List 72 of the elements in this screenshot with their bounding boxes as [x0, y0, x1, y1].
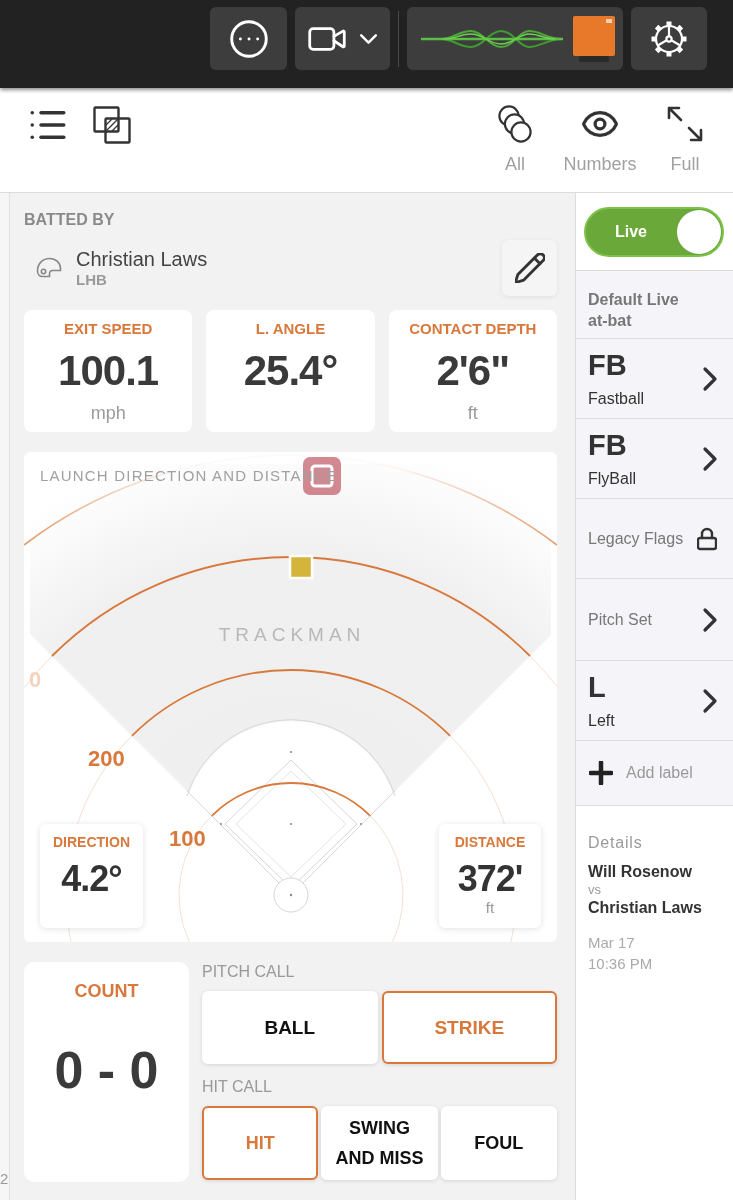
pencil-icon — [514, 253, 545, 283]
time-text: 10:36 PM — [588, 954, 653, 974]
date-text: Mar 17 — [588, 933, 635, 953]
call-button[interactable]: HIT — [202, 1106, 319, 1180]
device-button[interactable] — [407, 7, 623, 70]
direction-value: 4.2° — [61, 859, 122, 899]
more-button[interactable] — [210, 7, 287, 70]
call-button[interactable]: FOUL — [440, 1106, 557, 1180]
more-icon — [229, 19, 268, 58]
distance-value: 372' — [457, 859, 523, 899]
metric-value: 2'6" — [436, 346, 510, 396]
metric-label: L. ANGLE — [255, 319, 326, 339]
locked-item[interactable]: Legacy Flags — [576, 499, 733, 579]
metric-unit: ft — [467, 402, 478, 424]
device-icon — [573, 15, 615, 62]
batted-by-label: BATTED BY — [24, 210, 115, 230]
versus-text: vs — [588, 882, 601, 897]
helmet-icon — [36, 257, 62, 279]
chevron-right-icon — [702, 606, 718, 633]
link-item[interactable]: Pitch Set — [576, 579, 733, 661]
chevron-right-icon — [702, 445, 718, 472]
edit-button[interactable] — [502, 240, 557, 296]
metric-value: 25.4° — [243, 346, 338, 396]
lock-icon — [697, 526, 717, 551]
expand-icon — [667, 106, 703, 142]
settings-icon — [650, 19, 688, 58]
metric-label: EXIT SPEED — [64, 319, 153, 339]
details-heading: Details — [588, 833, 643, 853]
metric-unit: mph — [90, 402, 126, 424]
live-toggle[interactable]: Live — [584, 206, 724, 257]
square-marker-icon — [288, 554, 314, 580]
edge-text: 2 — [0, 1170, 9, 1188]
call-button[interactable]: STRIKE — [381, 991, 557, 1064]
preset-heading: Default Live at-bat — [588, 290, 680, 331]
view-option-button[interactable]: Numbers — [560, 104, 640, 175]
count-label: COUNT — [74, 980, 139, 1002]
metric-value: 100.1 — [58, 346, 159, 396]
tag-item[interactable]: L Left — [576, 661, 733, 741]
distance-label: 200 — [88, 746, 125, 772]
tag-item[interactable]: FB Fastball — [576, 339, 733, 419]
plus-icon — [589, 761, 613, 785]
distance-label: 100 — [169, 826, 206, 852]
distance-title: DISTANCE — [454, 834, 526, 851]
chevron-right-icon — [702, 687, 718, 714]
batter-name: Christian Laws — [76, 247, 208, 271]
hit-call-label: HIT CALL — [202, 1077, 272, 1097]
pitch-call-label: PITCH CALL — [202, 962, 295, 982]
count-value: 0 - 0 — [54, 1040, 159, 1100]
camera-button[interactable] — [295, 7, 390, 70]
list-icon[interactable] — [30, 111, 66, 139]
chevron-right-icon — [702, 365, 718, 392]
tag-item[interactable]: FB FlyBall — [576, 419, 733, 499]
video-camera-icon — [308, 25, 346, 52]
logo-text: TRACKMAN — [217, 624, 367, 646]
caret-icon — [360, 33, 377, 44]
eye-icon — [582, 111, 618, 137]
waveform-icon — [421, 27, 563, 50]
add-label-button[interactable]: Add label — [576, 741, 733, 806]
call-button[interactable]: SWING AND MISS — [321, 1106, 438, 1180]
direction-label: DIRECTION — [53, 834, 130, 851]
view-option-button[interactable]: All — [475, 104, 555, 175]
distance-unit: ft — [485, 899, 495, 917]
settings-button[interactable] — [631, 7, 707, 70]
call-button[interactable]: BALL — [202, 991, 378, 1064]
batter-name: Christian Laws — [588, 898, 702, 918]
circles-icon — [498, 105, 532, 143]
batter-hand: LHB — [76, 271, 108, 289]
layers-icon[interactable] — [93, 106, 131, 144]
view-option-button[interactable]: Full — [645, 104, 725, 175]
metric-label: CONTACT DEPTH — [409, 319, 537, 339]
distance-label: 0 — [29, 667, 42, 693]
pitcher-name: Will Rosenow — [588, 862, 692, 882]
